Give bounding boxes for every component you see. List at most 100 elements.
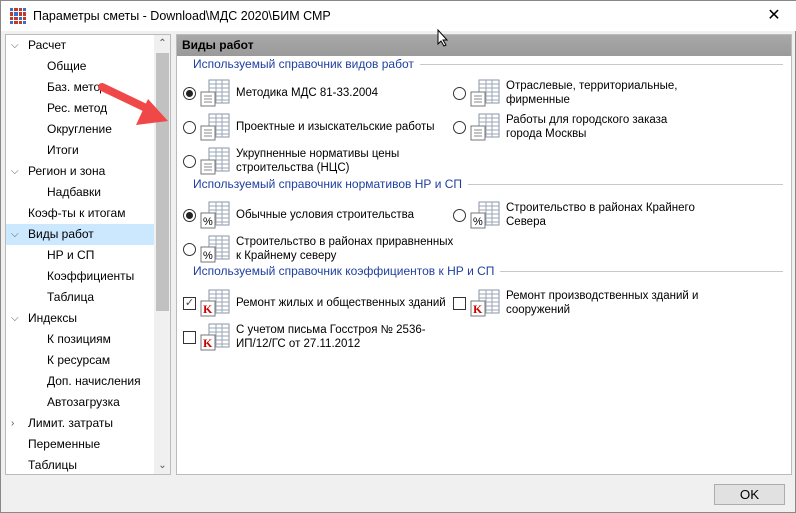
red-arrow-annotation xyxy=(98,83,168,125)
divider xyxy=(500,270,783,272)
tree-item-label: К позициям xyxy=(47,332,111,346)
percent-table-icon: % xyxy=(200,235,230,263)
tree-item-label: Индексы xyxy=(28,311,77,325)
tree-item-5[interactable]: Итоги xyxy=(6,140,154,161)
chevron-icon[interactable]: ⌵ xyxy=(11,161,23,182)
work-types-table-icon xyxy=(200,113,230,141)
radio-option-0[interactable]: Методика МДС 81-33.2004 xyxy=(183,79,378,107)
tree-item-1[interactable]: Общие xyxy=(6,56,154,77)
tree-item-label: Виды работ xyxy=(28,227,94,241)
radio-button[interactable] xyxy=(183,120,196,134)
svg-text:%: % xyxy=(203,216,213,228)
tree-item-17[interactable]: Автозагрузка xyxy=(6,392,154,413)
tree-item-11[interactable]: Коэффициенты xyxy=(6,266,154,287)
chevron-icon[interactable]: › xyxy=(11,413,23,434)
radio-option-7[interactable]: % Строительство в районах приравненных к … xyxy=(183,235,461,263)
radio-button[interactable] xyxy=(183,208,196,222)
option-label: Строительство в районах приравненных к К… xyxy=(236,236,454,262)
tree-item-13[interactable]: ⌵ Индексы xyxy=(6,308,154,329)
divider xyxy=(468,183,783,185)
close-button[interactable]: ✕ xyxy=(751,1,796,31)
tree-item-20[interactable]: Таблицы xyxy=(6,455,154,474)
percent-table-icon: % xyxy=(200,201,230,229)
tree-item-6[interactable]: ⌵ Регион и зона xyxy=(6,161,154,182)
tree-item-10[interactable]: НР и СП xyxy=(6,245,154,266)
svg-text:K: K xyxy=(203,336,213,350)
radio-option-2[interactable]: Проектные и изыскательские работы xyxy=(183,113,435,141)
window-title: Параметры сметы - Download\МДС 2020\БИМ … xyxy=(33,9,331,23)
radio-button[interactable] xyxy=(183,242,196,256)
option-label: Работы для городского заказа города Моск… xyxy=(506,114,668,140)
tree-item-label: К ресурсам xyxy=(47,353,111,367)
radio-option-3[interactable]: Работы для городского заказа города Моск… xyxy=(453,113,706,141)
scroll-up-icon[interactable]: ⌃ xyxy=(154,35,170,52)
radio-button[interactable] xyxy=(453,86,466,100)
tree-item-label: Переменные xyxy=(28,437,101,451)
mouse-cursor-icon xyxy=(437,29,449,47)
tree-item-12[interactable]: Таблица xyxy=(6,287,154,308)
tree-item-label: Итоги xyxy=(47,143,79,157)
tree-item-label: Общие xyxy=(47,59,87,73)
tree-item-label: Коэф-ты к итогам xyxy=(28,206,126,220)
tree-item-label: Таблица xyxy=(47,290,95,304)
option-label: Отраслевые, территориальные, фирменные xyxy=(506,80,678,106)
group-title-text: Используемый справочник видов работ xyxy=(193,57,414,71)
tree-item-label: Лимит. затраты xyxy=(28,416,113,430)
tree-item-label: Надбавки xyxy=(47,185,101,199)
tree-item-label: Автозагрузка xyxy=(47,395,120,409)
option-label: Обычные условия строительства xyxy=(236,209,415,221)
coefficient-table-icon: K xyxy=(200,289,230,317)
tree-item-8[interactable]: Коэф-ты к итогам xyxy=(6,203,154,224)
group-title-text: Используемый справочник нормативов НР и … xyxy=(193,177,463,191)
radio-option-5[interactable]: % Обычные условия строительства xyxy=(183,201,414,229)
tree-item-label: Расчет xyxy=(28,38,67,52)
radio-option-4[interactable]: Укрупненные нормативы цены строительства… xyxy=(183,147,461,175)
chevron-icon[interactable]: ⌵ xyxy=(11,224,23,245)
option-label: Проектные и изыскательские работы xyxy=(236,121,435,133)
tree-item-19[interactable]: Переменные xyxy=(6,434,154,455)
chevron-icon[interactable]: ⌵ xyxy=(11,35,23,56)
svg-text:%: % xyxy=(473,216,483,228)
work-types-panel: Виды работ Используемый справочник видов… xyxy=(176,34,792,475)
work-types-table-icon xyxy=(470,79,500,107)
radio-button[interactable] xyxy=(453,120,466,134)
svg-text:K: K xyxy=(473,302,483,316)
radio-button[interactable] xyxy=(183,86,196,100)
radio-option-6[interactable]: % Строительство в районах Крайнего Севера xyxy=(453,201,706,229)
checkbox-option-8[interactable]: ✓ K Ремонт жилых и общественных зданий xyxy=(183,289,446,317)
group-title-text: Используемый справочник коэффициентов к … xyxy=(193,264,495,278)
checkbox[interactable] xyxy=(453,296,466,310)
work-types-table-icon xyxy=(200,147,230,175)
group-title: Используемый справочник нормативов НР и … xyxy=(193,177,783,191)
coefficient-table-icon: K xyxy=(200,323,230,351)
scroll-down-icon[interactable]: ⌄ xyxy=(154,457,170,474)
radio-button[interactable] xyxy=(183,154,196,168)
chevron-icon[interactable]: ⌵ xyxy=(11,308,23,329)
divider xyxy=(419,63,783,65)
work-types-table-icon xyxy=(470,113,500,141)
option-label: С учетом письма Госстроя № 2536-ИП/12/ГС… xyxy=(236,324,426,350)
tree-item-15[interactable]: К ресурсам xyxy=(6,350,154,371)
ok-button[interactable]: OK xyxy=(714,484,785,505)
checkbox-option-9[interactable]: K Ремонт производственных зданий и сооруж… xyxy=(453,289,706,317)
app-icon xyxy=(10,8,26,24)
group-title: Используемый справочник коэффициентов к … xyxy=(193,264,783,278)
work-types-table-icon xyxy=(200,79,230,107)
group-title: Используемый справочник видов работ xyxy=(193,57,783,71)
tree-item-label: Таблицы xyxy=(28,458,78,472)
tree-item-16[interactable]: Доп. начисления xyxy=(6,371,154,392)
tree-item-18[interactable]: › Лимит. затраты xyxy=(6,413,154,434)
option-label: Методика МДС 81-33.2004 xyxy=(236,87,379,99)
tree-item-14[interactable]: К позициям xyxy=(6,329,154,350)
radio-button[interactable] xyxy=(453,208,466,222)
checkbox[interactable] xyxy=(183,330,196,344)
checkbox[interactable]: ✓ xyxy=(183,296,196,310)
tree-item-7[interactable]: Надбавки xyxy=(6,182,154,203)
radio-option-1[interactable]: Отраслевые, территориальные, фирменные xyxy=(453,79,706,107)
tree-item-9[interactable]: ⌵ Виды работ xyxy=(6,224,154,245)
tree-item-0[interactable]: ⌵ Расчет xyxy=(6,35,154,56)
checkbox-option-10[interactable]: K С учетом письма Госстроя № 2536-ИП/12/Г… xyxy=(183,323,461,351)
tree-item-label: НР и СП xyxy=(47,248,95,262)
panel-header: Виды работ xyxy=(177,35,791,56)
option-label: Ремонт жилых и общественных зданий xyxy=(236,297,446,309)
